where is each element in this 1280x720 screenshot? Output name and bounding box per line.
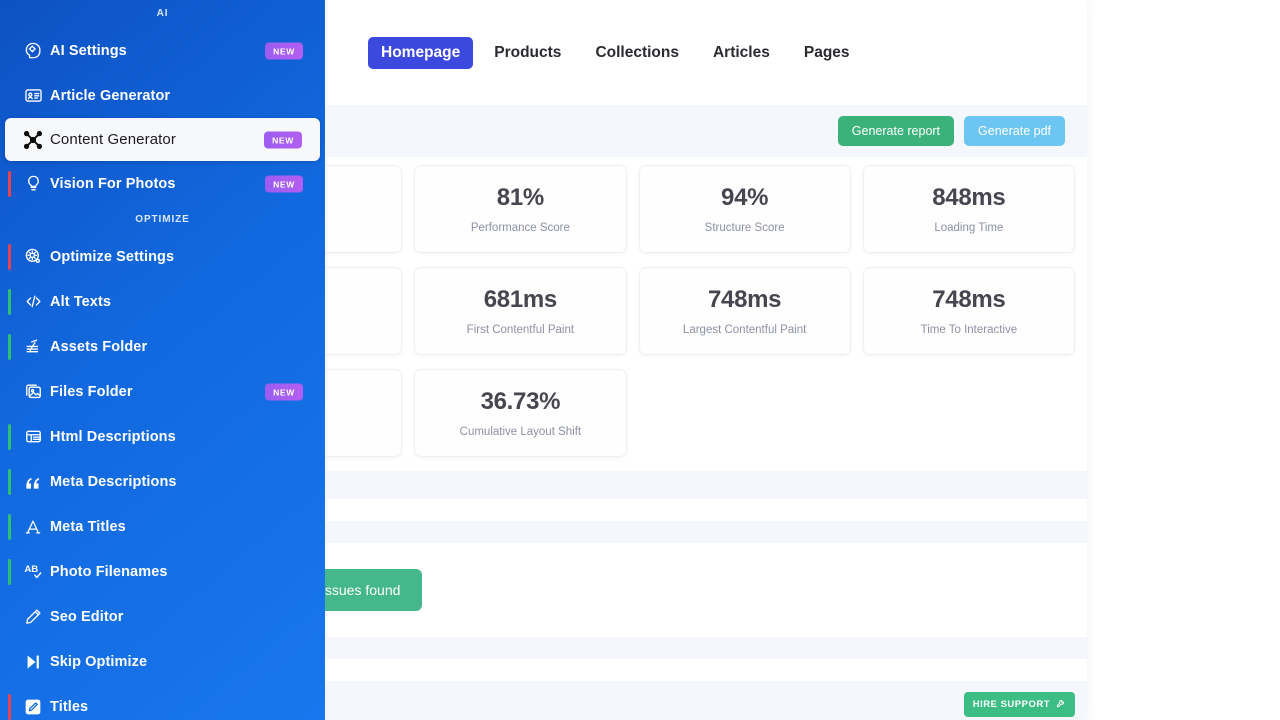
metric-value: 81% — [496, 184, 544, 211]
sidebar-item-accent-bar — [8, 423, 11, 450]
metric-caption: Performance Score — [470, 222, 570, 234]
tab-articles[interactable]: Articles — [700, 37, 783, 69]
layers-stack-icon — [16, 337, 50, 356]
sidebar-item-html-descriptions[interactable]: Html Descriptions — [0, 414, 325, 459]
sidebar-item-label: Seo Editor — [50, 608, 124, 625]
sidebar-group-title-optimize: OPTIMIZE — [135, 214, 190, 225]
code-brackets-icon — [16, 292, 50, 311]
metric-value: 748ms — [708, 286, 782, 313]
table-layout-icon — [16, 427, 50, 446]
metric-card-blank — [863, 369, 1075, 457]
tab-pages[interactable]: Pages — [791, 37, 863, 69]
metric-caption: Cumulative Layout Shift — [459, 426, 582, 438]
sidebar-item-new-badge: NEW — [265, 383, 303, 400]
metric-value: 36.73% — [480, 388, 561, 415]
sidebar-item-label: Meta Descriptions — [50, 473, 177, 490]
sidebar-item-label: Assets Folder — [50, 338, 148, 355]
image-stack-icon — [16, 382, 50, 401]
sidebar-item-meta-titles[interactable]: Meta Titles — [0, 504, 325, 549]
sidebar-item-label: Skip Optimize — [50, 653, 148, 670]
id-card-icon — [16, 86, 50, 105]
metric-caption: Structure Score — [704, 222, 785, 234]
sidebar-item-titles[interactable]: Titles — [0, 684, 325, 720]
sidebar-item-label: Vision For Photos — [50, 175, 176, 192]
sidebar-item-files-folder[interactable]: Files Folder NEW — [0, 369, 325, 414]
hire-support-button[interactable]: HIRE SUPPORT — [963, 691, 1075, 717]
ab-check-icon: AB — [16, 561, 50, 582]
sidebar-item-assets-folder[interactable]: Assets Folder — [0, 324, 325, 369]
sidebar-item-label: Alt Texts — [50, 293, 112, 310]
sidebar-item-article-generator[interactable]: Article Generator — [0, 73, 325, 118]
lightbulb-icon — [16, 174, 50, 193]
metric-card: 81% Performance Score — [414, 165, 627, 253]
metric-card: 748ms Largest Contentful Paint — [638, 267, 851, 355]
sidebar-item-accent-bar — [8, 333, 11, 360]
tab-products[interactable]: Products — [481, 37, 574, 69]
tab-homepage[interactable]: Homepage — [368, 36, 474, 69]
quote-icon — [16, 472, 50, 492]
sidebar-item-optimize-settings[interactable]: Optimize Settings — [0, 234, 325, 279]
brain-gear-icon — [16, 41, 50, 60]
sidebar-item-vision-for-photos[interactable]: Vision For Photos NEW — [0, 161, 325, 206]
metric-value: 681ms — [483, 286, 558, 313]
metric-caption: Loading Time — [934, 222, 1004, 234]
generate-pdf-button[interactable]: Generate pdf — [964, 116, 1065, 146]
sidebar-item-new-badge: NEW — [265, 175, 303, 192]
sidebar-item-skip-optimize[interactable]: Skip Optimize — [0, 639, 325, 684]
metric-caption: Time To Interactive — [920, 324, 1018, 336]
metric-card-blank — [639, 369, 851, 457]
wrench-icon — [1056, 698, 1066, 711]
sidebar-item-accent-bar — [8, 468, 11, 495]
metric-card: 681ms First Contentful Paint — [414, 267, 627, 355]
metric-value: 848ms — [932, 184, 1006, 211]
network-nodes-icon — [16, 129, 50, 151]
sidebar-item-label: Optimize Settings — [50, 248, 175, 265]
metric-card: 748ms Time To Interactive — [862, 267, 1075, 355]
sidebar-item-alt-texts[interactable]: Alt Texts — [0, 279, 325, 324]
sidebar-item-new-badge: NEW — [265, 42, 303, 59]
sidebar-item-label: Meta Titles — [50, 518, 126, 535]
sidebar-item-content-generator[interactable]: Content Generator NEW — [5, 118, 320, 161]
svg-text:AB: AB — [24, 564, 38, 575]
metric-value: 94% — [721, 184, 769, 211]
sidebar-item-seo-editor[interactable]: Seo Editor — [0, 594, 325, 639]
sidebar-item-label: Article Generator — [50, 87, 171, 104]
sidebar-item-ai-settings[interactable]: AI Settings NEW — [0, 28, 325, 73]
sidebar: AI AI Settings NEW Article Generator Content… — [0, 0, 325, 720]
sidebar-item-accent-bar — [8, 170, 11, 197]
sidebar-item-accent-bar — [8, 558, 11, 585]
sidebar-item-meta-descriptions[interactable]: Meta Descriptions — [0, 459, 325, 504]
metric-caption: First Contentful Paint — [466, 324, 575, 336]
sidebar-scroll-area[interactable]: AI AI Settings NEW Article Generator Content… — [0, 0, 325, 720]
sidebar-item-photo-filenames[interactable]: AB Photo Filenames — [0, 549, 325, 594]
sidebar-item-label: Content Generator — [50, 131, 176, 148]
sidebar-item-label: Photo Filenames — [50, 563, 168, 580]
hire-support-label: HIRE SUPPORT — [972, 698, 1050, 710]
sidebar-item-label: AI Settings — [50, 42, 127, 59]
sidebar-item-new-badge: NEW — [264, 131, 302, 148]
sidebar-item-accent-bar — [8, 693, 11, 720]
tab-collections[interactable]: Collections — [582, 37, 692, 69]
letter-a-icon — [16, 517, 50, 537]
app-root: Homepage Products Collections Articles Pages… — [0, 0, 1280, 720]
edit-square-icon — [16, 697, 50, 717]
metric-card: 36.73% Cumulative Layout Shift — [414, 369, 627, 457]
metric-card: 94% Structure Score — [638, 165, 851, 253]
metric-value: 748ms — [932, 286, 1006, 313]
sidebar-item-accent-bar — [8, 513, 11, 540]
sidebar-item-label: Files Folder — [50, 383, 133, 400]
skip-forward-icon — [16, 652, 50, 672]
metric-card: 848ms Loading Time — [862, 165, 1075, 253]
sidebar-item-accent-bar — [8, 243, 11, 270]
pencil-icon — [16, 607, 50, 626]
sidebar-item-accent-bar — [8, 288, 11, 315]
sidebar-item-label: Html Descriptions — [50, 428, 176, 445]
metric-caption: Largest Contentful Paint — [682, 324, 807, 336]
sidebar-group-title-ai: AI — [156, 8, 169, 19]
gear-tag-icon — [16, 247, 50, 266]
sidebar-item-label: Titles — [50, 698, 89, 715]
generate-report-button[interactable]: Generate report — [837, 116, 955, 146]
